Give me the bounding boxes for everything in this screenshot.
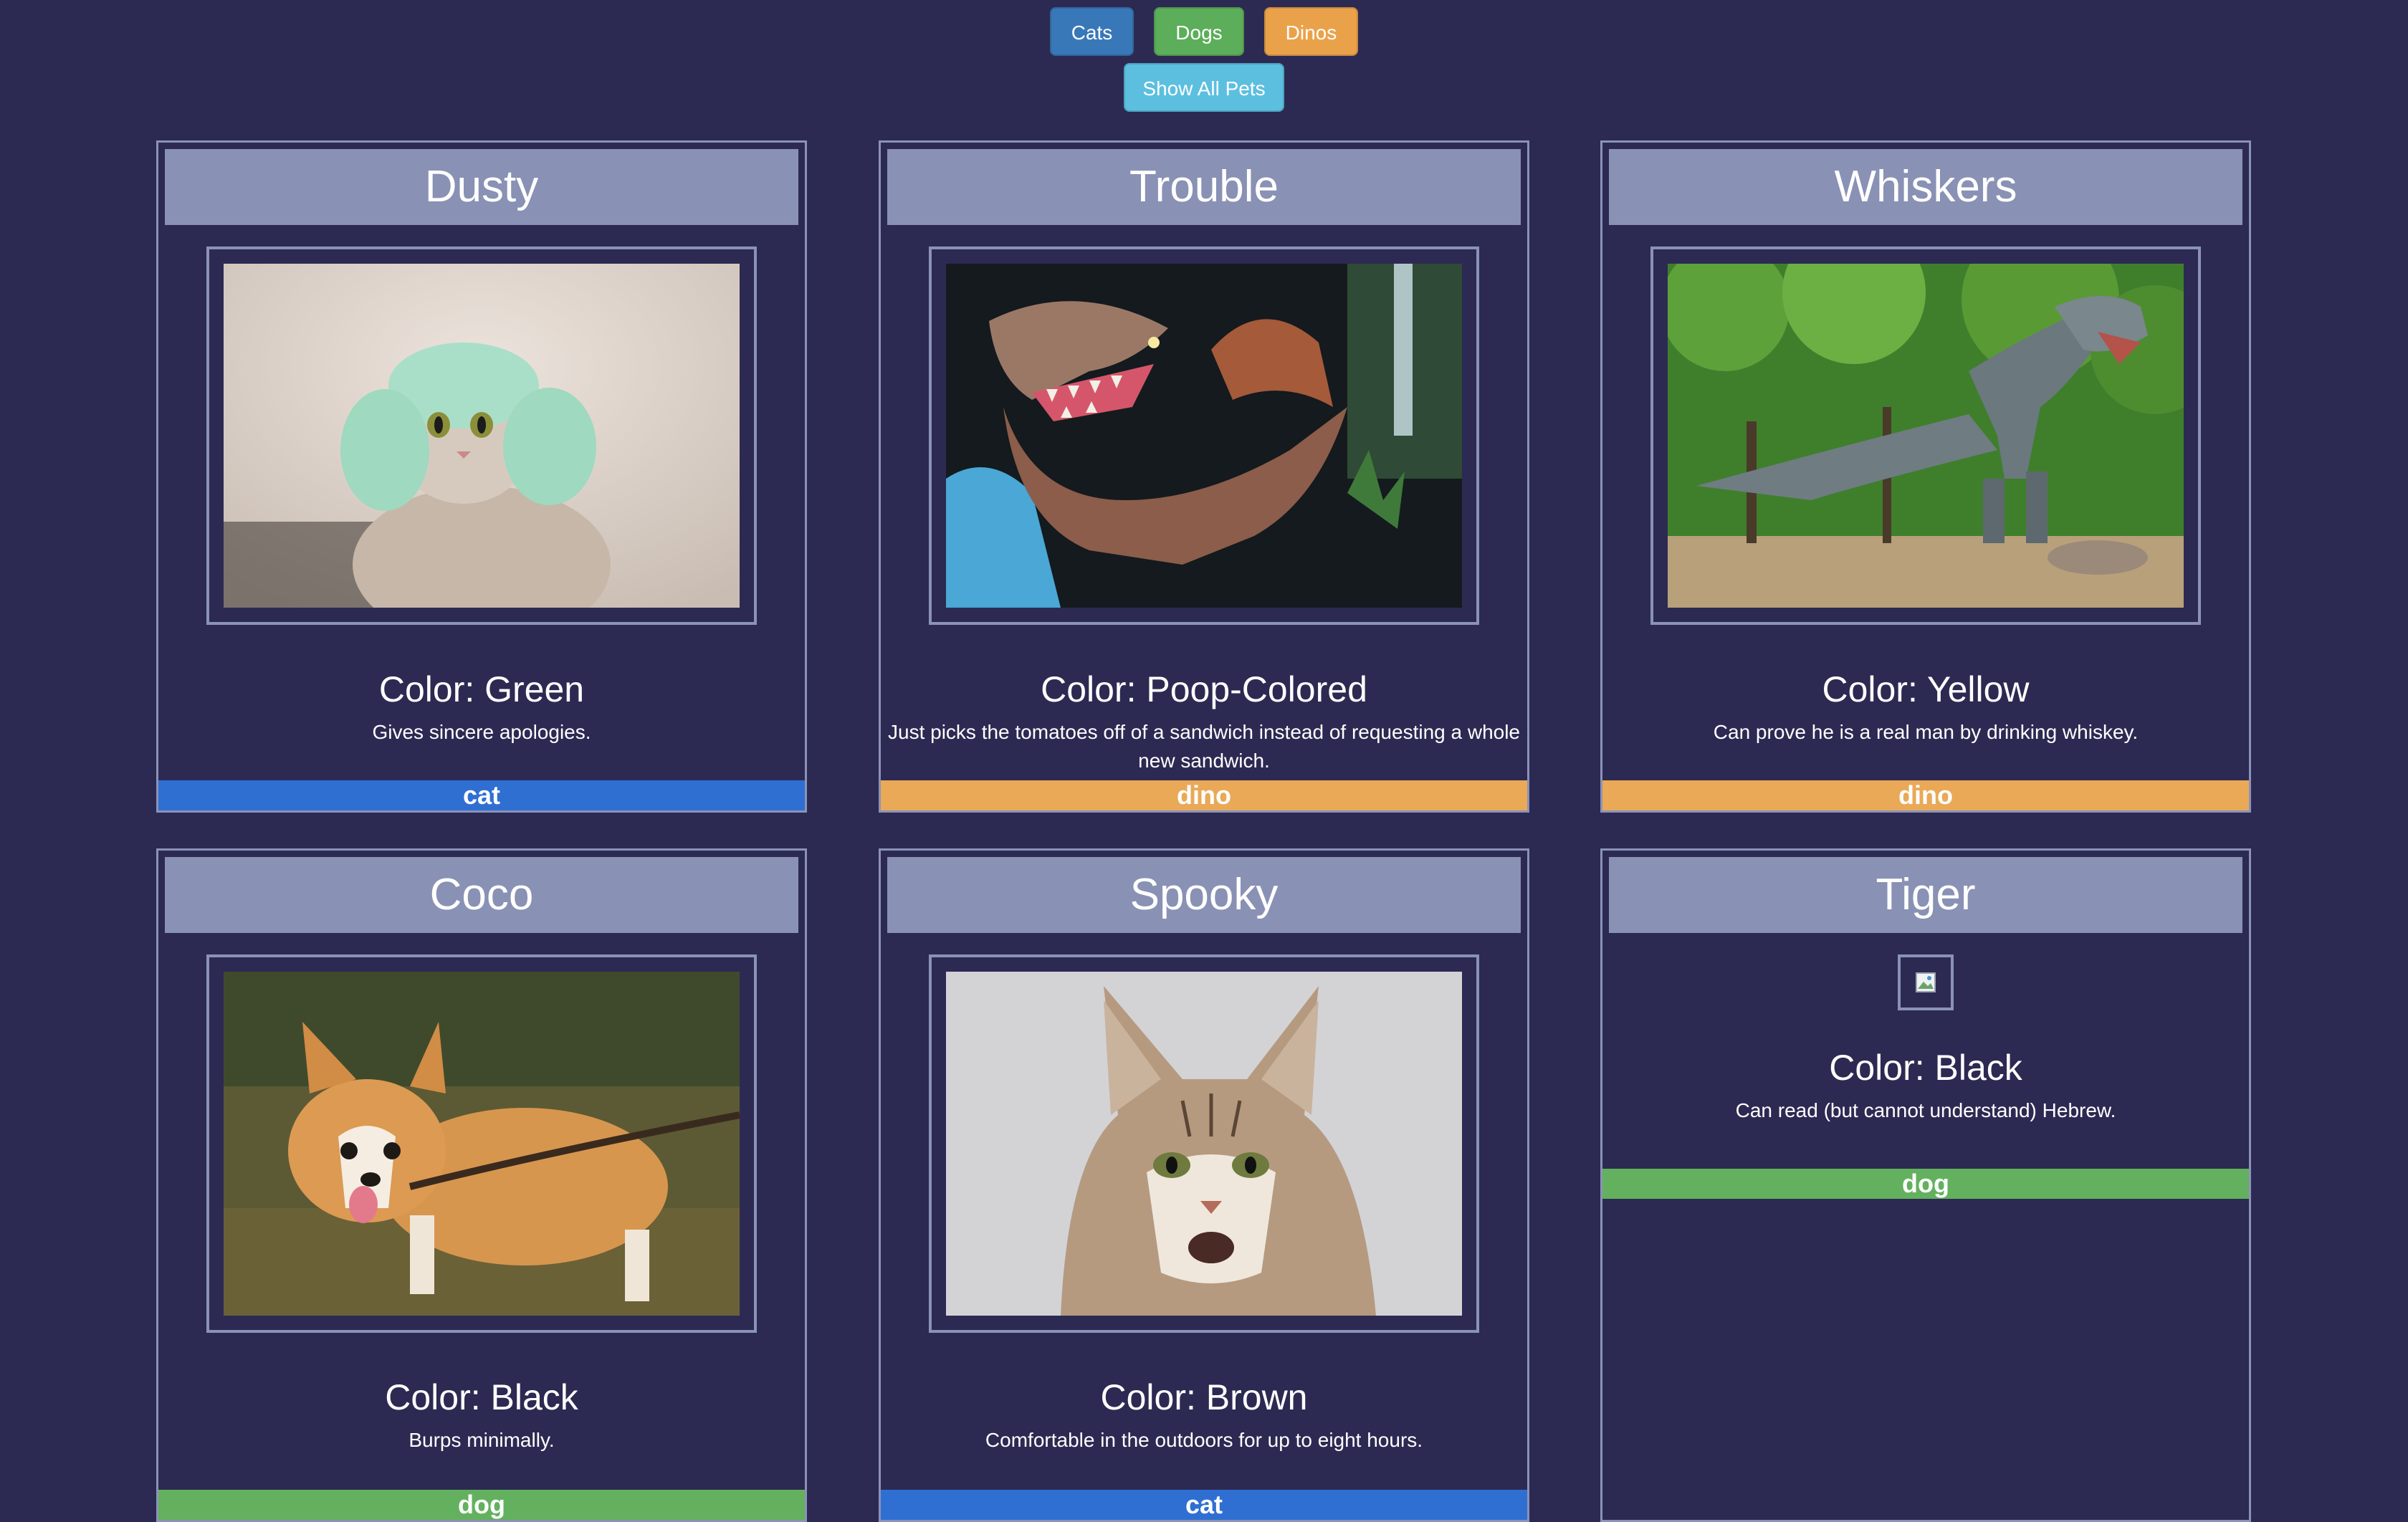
dinos-filter-button[interactable]: Dinos <box>1263 7 1359 56</box>
pet-photo-frame <box>206 954 757 1333</box>
pet-color: Color: Black <box>385 1377 578 1417</box>
pet-name: Whiskers <box>1609 149 2242 225</box>
pet-photo-frame <box>929 247 1479 625</box>
pet-description: Comfortable in the outdoors for up to ei… <box>985 1429 1423 1451</box>
broken-image-frame <box>1898 954 1954 1010</box>
pet-type-badge: dog <box>1602 1169 2249 1199</box>
broken-image-icon <box>1916 972 1936 992</box>
pet-card: Coco Color: Black Burps minimally. dog <box>156 848 807 1522</box>
pet-card: Trouble Color: Poop-Colored Just picks t… <box>879 140 1529 813</box>
pet-color: Color: Black <box>1829 1048 2022 1088</box>
pet-description: Can read (but cannot understand) Hebrew. <box>1735 1099 2116 1121</box>
pet-name: Trouble <box>887 149 1521 225</box>
pet-card: Tiger Color: Black Can read (but cannot … <box>1600 848 2251 1522</box>
pet-photo-frame <box>929 954 1479 1333</box>
pet-color: Color: Yellow <box>1822 669 2030 709</box>
pet-description: Just picks the tomatoes off of a sandwic… <box>888 721 1520 772</box>
pet-name: Coco <box>165 857 798 933</box>
filter-bar: Cats Dogs Dinos Show All Pets <box>0 0 2408 112</box>
pet-type-badge: cat <box>158 780 805 810</box>
pet-name: Dusty <box>165 149 798 225</box>
pet-type-badge: dino <box>1602 780 2249 810</box>
pet-type-badge: cat <box>881 1490 1527 1520</box>
pet-color: Color: Brown <box>1100 1377 1308 1417</box>
maine-coon-photo <box>946 972 1462 1316</box>
pet-card: Dusty Color: Green Gives sincere apologi… <box>156 140 807 813</box>
cats-filter-button[interactable]: Cats <box>1049 7 1134 56</box>
pet-name: Spooky <box>887 857 1521 933</box>
show-all-pets-button[interactable]: Show All Pets <box>1124 63 1284 112</box>
pet-description: Burps minimally. <box>408 1429 555 1451</box>
pet-color: Color: Green <box>378 669 585 709</box>
corgi-photo <box>224 972 740 1316</box>
pet-photo-frame <box>1650 247 2201 625</box>
spinosaurus-photo <box>946 264 1462 608</box>
t-rex-photo <box>1668 264 2184 608</box>
cat-in-hat-photo <box>224 264 740 608</box>
pet-color: Color: Poop-Colored <box>1041 669 1367 709</box>
pet-type-badge: dino <box>881 780 1527 810</box>
dogs-filter-button[interactable]: Dogs <box>1154 7 1244 56</box>
show-all-row: Show All Pets <box>0 56 2408 112</box>
pet-card: Spooky Color: Brown Comfortable in the o… <box>879 848 1529 1522</box>
pet-card: Whiskers Color: Yellow Can prove he is a… <box>1600 140 2251 813</box>
pet-description: Gives sincere apologies. <box>372 721 591 743</box>
pet-name: Tiger <box>1609 857 2242 933</box>
pet-type-badge: dog <box>158 1490 805 1520</box>
filter-row: Cats Dogs Dinos <box>0 0 2408 56</box>
pet-description: Can prove he is a real man by drinking w… <box>1713 721 2139 743</box>
pet-photo-frame <box>206 247 757 625</box>
